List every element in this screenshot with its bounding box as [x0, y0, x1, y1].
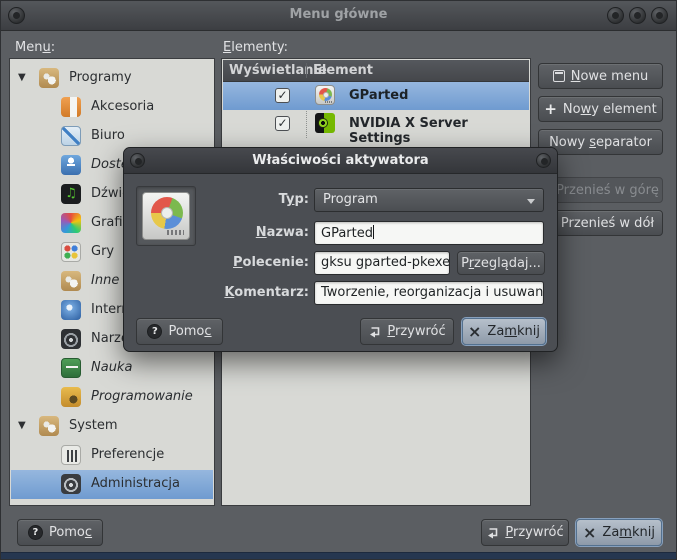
plus-icon: + — [544, 102, 557, 117]
dialog-revert-button[interactable]: Przywróć — [360, 318, 454, 345]
sound-icon: ♫ — [61, 184, 81, 204]
dialog-title: Właściwości aktywatora — [124, 153, 557, 168]
expander-icon[interactable]: ▼ — [18, 72, 26, 83]
graphics-icon — [61, 213, 81, 233]
revert-icon — [486, 526, 499, 539]
column-header-element[interactable]: Element — [306, 63, 373, 78]
list-row-nvidia[interactable]: NVIDIA X Server Settings — [223, 110, 529, 138]
close-window-button[interactable]: × Zamknij — [576, 519, 662, 546]
accessibility-icon — [61, 155, 81, 175]
command-input[interactable]: gksu gparted-pkexec — [314, 251, 450, 275]
browse-button[interactable]: Przeglądaj... — [457, 251, 545, 275]
help-icon: ? — [28, 525, 43, 540]
comment-label: Komentarz: — [184, 285, 309, 300]
list-header[interactable]: Wyświetlanie Element — [223, 60, 529, 82]
elements-section-label: Elementy: — [223, 40, 288, 55]
dialog-close-action-button[interactable]: × Zamknij — [462, 318, 546, 345]
text-caret — [373, 225, 374, 239]
maximize-button[interactable] — [629, 7, 646, 24]
gparted-icon — [315, 85, 335, 105]
tree-item-preferencje[interactable]: Preferencje — [11, 441, 213, 470]
gparted-icon — [142, 192, 190, 240]
revert-icon — [368, 325, 381, 338]
internet-icon — [61, 300, 81, 320]
dialog-help-button[interactable]: ? Pomoc — [136, 318, 223, 345]
nvidia-icon — [315, 113, 335, 133]
folder-apps-icon — [39, 68, 59, 88]
tree-item-administracja[interactable]: Administracja — [11, 470, 213, 499]
games-icon — [61, 242, 81, 262]
type-label: Typ: — [184, 192, 309, 207]
main-titlebar[interactable]: Menu główne — [1, 1, 676, 31]
new-item-button[interactable]: + Nowy element — [538, 96, 663, 122]
help-icon: ? — [147, 324, 162, 339]
comment-input[interactable]: Tworzenie, reorganizacja i usuwanie part… — [314, 281, 544, 305]
dialog-close-button[interactable] — [536, 153, 551, 168]
chevron-down-icon — [527, 199, 535, 204]
show-checkbox[interactable] — [275, 116, 290, 131]
accessories-icon — [61, 97, 81, 117]
window-title: Menu główne — [1, 7, 676, 22]
other-folder-icon — [61, 271, 81, 291]
new-menu-icon — [553, 70, 565, 82]
preferences-icon — [61, 445, 81, 465]
new-menu-button[interactable]: Nowe menu — [538, 63, 663, 89]
office-icon — [61, 126, 81, 146]
help-button[interactable]: ? Pomoc — [17, 519, 103, 546]
close-icon: × — [468, 324, 481, 340]
window-bottom-edge — [1, 552, 676, 559]
revert-button[interactable]: Przywróć — [481, 519, 569, 546]
tree-item-akcesoria[interactable]: Akcesoria — [11, 93, 213, 122]
name-label: Nazwa: — [184, 225, 309, 240]
list-row-gparted[interactable]: GParted — [223, 82, 529, 110]
main-window: Menu główne Menu: Elementy: ▼ Programy A… — [0, 0, 677, 560]
tree-item-system[interactable]: ▼ System — [11, 412, 213, 441]
close-icon: × — [583, 525, 596, 541]
command-label: Polecenie: — [184, 255, 309, 270]
tools-icon — [61, 329, 81, 349]
folder-system-icon — [39, 416, 59, 436]
minimize-button[interactable] — [607, 7, 624, 24]
administration-icon — [61, 474, 81, 494]
dialog-titlebar[interactable]: Właściwości aktywatora — [124, 148, 557, 174]
type-select[interactable]: Program — [314, 188, 544, 212]
menu-section-label: Menu: — [15, 40, 55, 55]
name-input[interactable]: GParted — [314, 221, 544, 245]
development-icon — [61, 387, 81, 407]
tree-item-nauka[interactable]: Nauka — [11, 354, 213, 383]
tree-item-programowanie[interactable]: Programowanie — [11, 383, 213, 412]
launcher-properties-dialog: Właściwości aktywatora Typ: Program Nazw… — [123, 147, 558, 352]
close-button[interactable] — [651, 7, 668, 24]
show-checkbox[interactable] — [275, 88, 290, 103]
education-icon — [61, 358, 81, 378]
tree-item-programy[interactable]: ▼ Programy — [11, 64, 213, 93]
expander-icon[interactable]: ▼ — [18, 420, 26, 431]
